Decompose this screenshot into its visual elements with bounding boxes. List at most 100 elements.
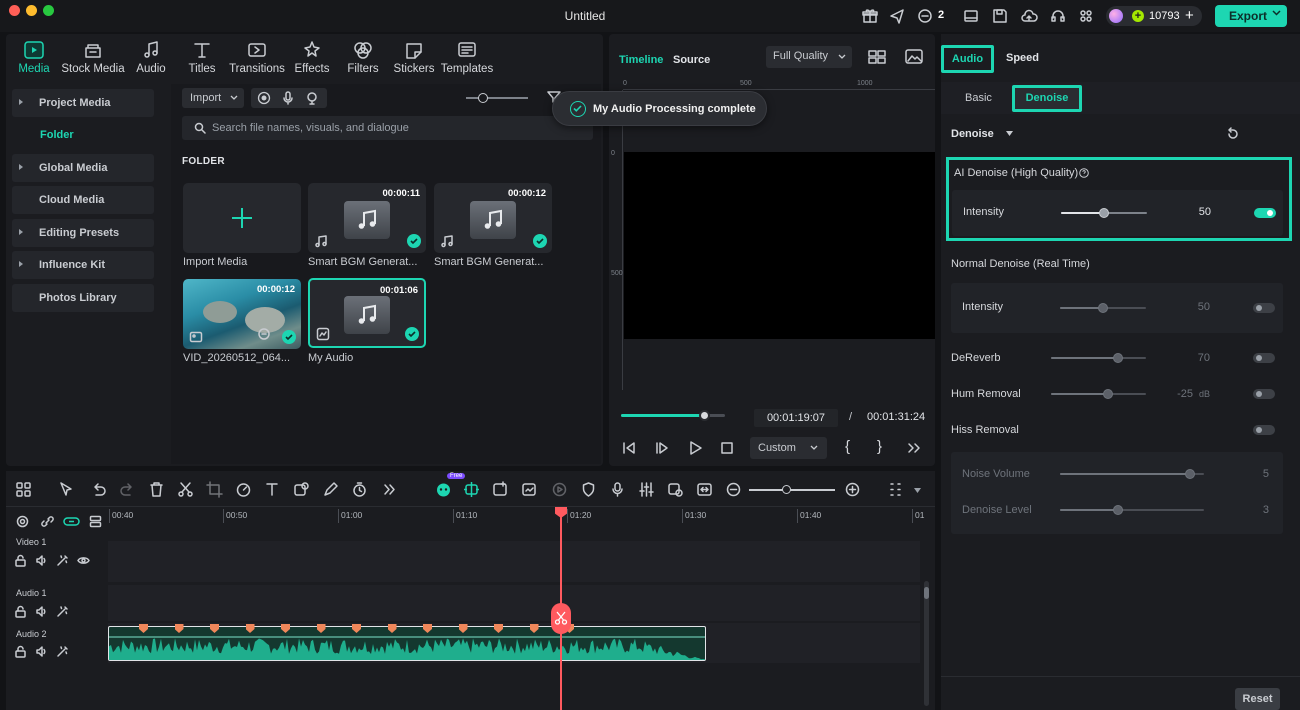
normal-denoise-toggle[interactable] — [1253, 303, 1275, 313]
audio-1-lane[interactable] — [108, 585, 920, 621]
tab-templates[interactable]: Templates — [440, 40, 494, 75]
tab-effects[interactable]: Effects — [292, 40, 332, 75]
stop-icon[interactable] — [719, 440, 735, 456]
subtab-basic[interactable]: Basic — [965, 92, 992, 104]
reset-button[interactable]: Reset — [1235, 688, 1280, 710]
pen-tool-icon[interactable] — [322, 481, 339, 498]
playback-speed-select[interactable]: Custom — [750, 437, 827, 459]
search-input[interactable] — [212, 120, 582, 136]
video-1-lane[interactable] — [108, 541, 920, 582]
slider-knob[interactable] — [1112, 505, 1123, 515]
normal-intensity-slider[interactable] — [1060, 303, 1146, 313]
sidebar-item-global-media[interactable]: Global Media — [12, 154, 154, 182]
magic-wand-icon[interactable] — [56, 645, 69, 658]
add-marker-icon[interactable] — [492, 481, 509, 498]
dereverb-slider[interactable] — [1051, 353, 1146, 363]
tab-transitions[interactable]: Transitions — [228, 40, 286, 75]
slider-knob[interactable] — [1184, 469, 1195, 479]
timeline-zoom-knob[interactable] — [782, 485, 791, 494]
microphone-icon[interactable] — [281, 91, 295, 105]
layout-icon[interactable] — [962, 7, 980, 25]
slider-knob[interactable] — [1112, 353, 1123, 363]
magic-wand-icon[interactable] — [56, 554, 69, 567]
media-item-my-audio[interactable]: 00:01:06 — [308, 278, 426, 348]
caret-down-icon[interactable] — [914, 488, 921, 493]
grid-guides-icon[interactable] — [868, 50, 886, 64]
playback-progress[interactable] — [621, 410, 725, 421]
tab-titles[interactable]: Titles — [182, 40, 222, 75]
gift-icon[interactable] — [861, 7, 879, 25]
subtab-denoise[interactable]: Denoise — [1012, 85, 1082, 112]
noise-volume-slider[interactable] — [1060, 469, 1204, 479]
sidebar-item-editing-presets[interactable]: Editing Presets — [12, 219, 154, 247]
unlink-icon[interactable] — [41, 515, 54, 528]
tab-audio-properties[interactable]: Audio — [941, 45, 994, 73]
lock-icon[interactable] — [14, 605, 27, 618]
fit-timeline-icon[interactable] — [696, 481, 713, 498]
more-tools-icon[interactable] — [381, 481, 398, 498]
play-icon[interactable] — [687, 440, 703, 456]
scrollbar-thumb[interactable] — [924, 587, 929, 599]
tab-media[interactable]: Media — [14, 40, 54, 75]
tab-audio[interactable]: Audio — [132, 40, 170, 75]
record-screen-icon[interactable] — [257, 91, 271, 105]
notification-icon[interactable] — [916, 7, 934, 25]
sidebar-item-cloud-media[interactable]: Cloud Media — [12, 186, 154, 214]
add-credits-icon[interactable]: + — [1185, 7, 1194, 24]
layout-grid-icon[interactable] — [15, 481, 32, 498]
voice-change-icon[interactable] — [667, 481, 684, 498]
track-manager-icon[interactable] — [89, 515, 102, 528]
volume-icon[interactable] — [35, 645, 48, 658]
undo-icon[interactable] — [90, 481, 107, 498]
delete-icon[interactable] — [148, 481, 165, 498]
mark-out-button[interactable]: } — [877, 438, 882, 455]
sidebar-item-folder[interactable]: Folder — [40, 129, 74, 141]
slider-knob[interactable] — [1103, 389, 1113, 399]
slider-knob[interactable] — [1098, 303, 1108, 313]
voiceover-icon[interactable] — [305, 91, 319, 105]
thumbnail-size-knob[interactable] — [478, 93, 488, 103]
hiss-removal-toggle[interactable] — [1253, 425, 1275, 435]
tab-filters[interactable]: Filters — [343, 40, 383, 75]
lock-icon[interactable] — [14, 554, 27, 567]
export-button[interactable]: Export — [1215, 5, 1287, 27]
send-icon[interactable] — [888, 7, 906, 25]
select-arrow-icon[interactable] — [58, 481, 75, 498]
link-icon[interactable] — [63, 515, 80, 528]
timeline-settings-icon[interactable] — [16, 515, 29, 528]
slider-knob[interactable] — [1099, 208, 1109, 218]
tab-source[interactable]: Source — [673, 54, 710, 66]
import-media-tile[interactable] — [183, 183, 301, 253]
media-item-video[interactable]: 00:00:12 — [183, 279, 301, 349]
cloud-upload-icon[interactable] — [1020, 7, 1038, 25]
split-at-playhead-button[interactable] — [551, 603, 571, 634]
support-headset-icon[interactable] — [1049, 7, 1067, 25]
volume-icon[interactable] — [35, 605, 48, 618]
tab-timeline[interactable]: Timeline — [619, 54, 663, 66]
zoom-in-icon[interactable] — [844, 481, 861, 498]
caret-down-icon[interactable] — [1006, 131, 1013, 136]
previous-frame-icon[interactable] — [621, 440, 637, 456]
media-item-audio[interactable]: 00:00:11 — [308, 183, 426, 253]
ai-intensity-slider[interactable] — [1061, 208, 1147, 218]
avatar[interactable] — [1109, 9, 1123, 23]
save-icon[interactable] — [991, 7, 1009, 25]
mark-in-button[interactable]: { — [845, 438, 850, 455]
record-voice-icon[interactable] — [609, 481, 626, 498]
quality-select[interactable]: Full Quality — [766, 46, 852, 68]
sidebar-item-project-media[interactable]: Project Media — [12, 89, 154, 117]
eye-icon[interactable] — [77, 554, 90, 567]
shield-icon[interactable] — [580, 481, 597, 498]
thumbnail-size-slider[interactable] — [466, 97, 528, 99]
more-options-icon[interactable] — [887, 481, 904, 498]
timeline-ruler[interactable]: 00:40 00:50 01:00 01:10 01:20 01:30 01:4… — [108, 507, 928, 523]
grid-apps-icon[interactable] — [1077, 7, 1095, 25]
more-controls-icon[interactable] — [906, 440, 922, 456]
timeline-zoom-slider[interactable] — [749, 489, 835, 491]
sync-icon[interactable] — [551, 481, 568, 498]
timeline-vertical-scrollbar[interactable] — [924, 581, 929, 706]
credits-display[interactable]: + 10793 + — [1106, 6, 1202, 26]
redo-icon[interactable] — [119, 481, 136, 498]
denoise-section-title[interactable]: Denoise — [951, 128, 994, 140]
help-icon[interactable] — [1079, 168, 1089, 178]
